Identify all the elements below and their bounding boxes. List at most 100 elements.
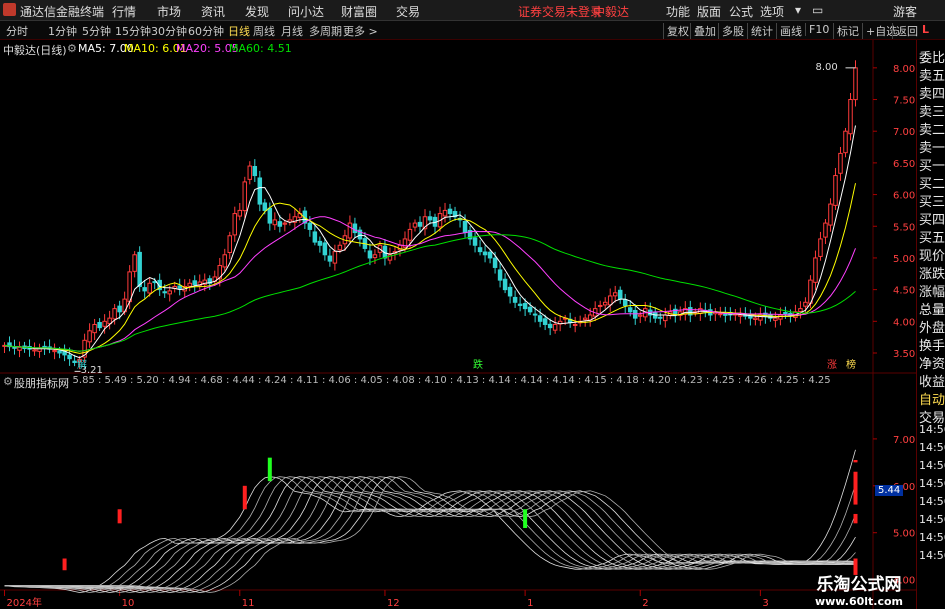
candle-99 bbox=[497, 262, 503, 288]
candle-88 bbox=[442, 202, 448, 223]
candle-158 bbox=[793, 304, 798, 322]
sidebar-turnover[interactable]: 换手 bbox=[919, 335, 945, 354]
signal-bar-8 bbox=[853, 460, 858, 463]
x-tick-label-6: 3 bbox=[762, 598, 768, 609]
candle-94 bbox=[472, 232, 478, 253]
candle-45 bbox=[227, 231, 233, 260]
candle-146 bbox=[733, 309, 738, 321]
sidebar-buy5[interactable]: 买五 bbox=[919, 227, 945, 246]
candle-39 bbox=[197, 274, 202, 290]
y-tick-label-0: 8.00 bbox=[893, 64, 915, 75]
sidebar-time-4: 14:56 bbox=[919, 477, 945, 490]
candle-84 bbox=[422, 209, 428, 236]
candle-122 bbox=[612, 285, 618, 303]
signal-bar-4 bbox=[523, 509, 528, 529]
ribbon-line-12 bbox=[4, 476, 856, 593]
sidebar-time-2: 14:56 bbox=[919, 441, 945, 454]
sidebar-outer[interactable]: 外盘 bbox=[919, 317, 945, 336]
sidebar-buy3[interactable]: 买三 bbox=[919, 191, 945, 210]
indicator-settings-icon[interactable]: ⚙ bbox=[3, 375, 13, 388]
candle-101 bbox=[507, 283, 513, 304]
candle-9 bbox=[47, 339, 52, 354]
y-tick-label-7: 4.50 bbox=[893, 286, 915, 297]
candle-19 bbox=[97, 318, 102, 331]
sidebar-change-pct[interactable]: 涨幅 bbox=[919, 281, 945, 300]
y-tick-label-9: 3.50 bbox=[893, 349, 915, 360]
sidebar-net-assets[interactable]: 净资 bbox=[919, 353, 945, 372]
candle-170 bbox=[853, 60, 858, 107]
candle-85 bbox=[427, 210, 433, 225]
candle-37 bbox=[187, 278, 192, 292]
candle-48 bbox=[242, 176, 248, 219]
candle-165 bbox=[828, 198, 833, 232]
sidebar-price[interactable]: 现价 bbox=[919, 245, 945, 264]
candle-119 bbox=[597, 300, 603, 314]
candle-49 bbox=[247, 161, 253, 185]
candle-35 bbox=[177, 278, 182, 296]
sidebar-buy4[interactable]: 买四 bbox=[919, 209, 945, 228]
candle-47 bbox=[237, 202, 243, 221]
candle-1 bbox=[7, 336, 12, 352]
candle-3 bbox=[17, 341, 22, 358]
candlestick-chart[interactable]: 8.00 7.50 7.00 6.50 6.00 5.50 5.00 4.50 4.00 3.50… bbox=[0, 0, 945, 609]
signal-bar-7 bbox=[853, 471, 858, 505]
candle-21 bbox=[107, 310, 112, 330]
candle-110 bbox=[552, 316, 558, 334]
candle-144 bbox=[723, 306, 728, 323]
candle-169 bbox=[848, 93, 853, 141]
current-value-badge: 5.44 bbox=[875, 485, 904, 496]
candle-100 bbox=[502, 273, 508, 294]
candle-50 bbox=[252, 159, 258, 182]
x-tick-label-1: 10 bbox=[122, 598, 135, 609]
candle-124 bbox=[622, 293, 628, 314]
zhang-marker: 涨 bbox=[827, 360, 837, 371]
sidebar-time-6: 14:56 bbox=[919, 513, 945, 526]
sidebar-auto[interactable]: 自动 bbox=[919, 389, 945, 408]
y-tick-label-6: 5.00 bbox=[893, 254, 915, 265]
signal-bar-3 bbox=[267, 457, 272, 482]
y-tick-label-1: 7.50 bbox=[893, 96, 915, 107]
candle-10 bbox=[52, 343, 57, 360]
sidebar-weibi[interactable]: 委比 bbox=[919, 47, 945, 66]
candle-74 bbox=[372, 249, 378, 264]
sidebar-sell2[interactable]: 卖二 bbox=[919, 119, 945, 138]
y-tick-label-2: 7.00 bbox=[893, 127, 915, 138]
candle-82 bbox=[412, 219, 418, 232]
sidebar-time-1: 14:56 bbox=[919, 423, 945, 436]
watermark: 乐淘公式网 www.60lt.com bbox=[802, 570, 916, 608]
sidebar-sell1[interactable]: 卖一 bbox=[919, 137, 945, 156]
sidebar-buy1[interactable]: 买一 bbox=[919, 155, 945, 174]
candle-134 bbox=[673, 304, 678, 323]
candle-167 bbox=[838, 146, 843, 181]
candle-123 bbox=[617, 286, 623, 304]
candle-136 bbox=[683, 301, 688, 321]
sidebar-sell4[interactable]: 卖四 bbox=[919, 83, 945, 102]
candle-147 bbox=[738, 307, 743, 324]
sidebar-change[interactable]: 涨跌 bbox=[919, 263, 945, 282]
x-tick-label-4: 1 bbox=[527, 598, 533, 609]
candle-54 bbox=[272, 212, 278, 230]
candle-132 bbox=[663, 307, 668, 328]
sidebar-volume[interactable]: 总量 bbox=[919, 299, 945, 318]
sidebar-earnings[interactable]: 收益 bbox=[919, 371, 945, 390]
sidebar-time-8: 14:56 bbox=[919, 549, 945, 562]
candle-7 bbox=[37, 343, 42, 358]
sidebar-sell5[interactable]: 卖五 bbox=[919, 65, 945, 84]
y-tick-label-5: 5.50 bbox=[893, 222, 915, 233]
indicator-title: 股朋指标网 bbox=[14, 377, 69, 390]
sidebar-buy2[interactable]: 买二 bbox=[919, 173, 945, 192]
ma20-line bbox=[4, 216, 856, 352]
bang-marker: 榜 bbox=[846, 360, 856, 371]
sidebar-sell3[interactable]: 卖三 bbox=[919, 101, 945, 120]
candle-164 bbox=[823, 219, 828, 244]
candle-90 bbox=[452, 206, 458, 221]
x-tick-label-3: 12 bbox=[387, 598, 400, 609]
y-tick-label-3: 6.50 bbox=[893, 159, 915, 170]
sidebar-time-5: 14:56 bbox=[919, 495, 945, 508]
candle-18 bbox=[92, 318, 97, 340]
candle-63 bbox=[317, 236, 323, 253]
ma5-line bbox=[4, 125, 856, 359]
candle-56 bbox=[282, 219, 288, 232]
candle-58 bbox=[292, 209, 298, 230]
watermark-url: www.60lt.com bbox=[814, 595, 904, 608]
